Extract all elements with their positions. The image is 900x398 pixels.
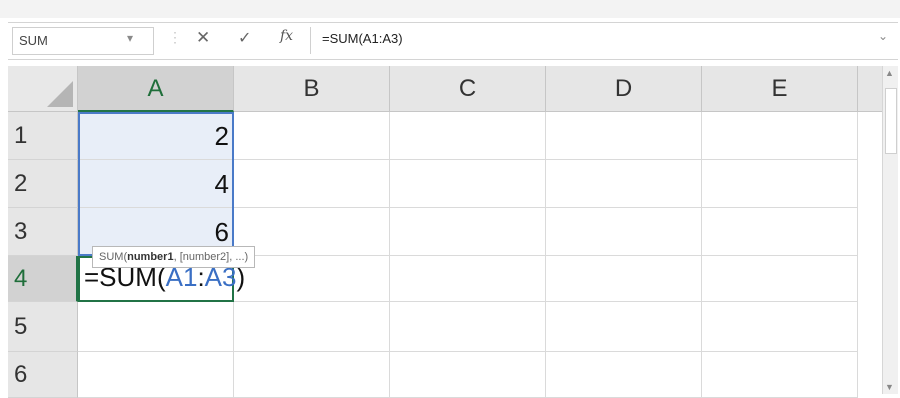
row-header-4[interactable]: 4 <box>8 256 78 302</box>
scroll-down-icon[interactable]: ▼ <box>885 382 894 392</box>
expand-icon[interactable]: ⌄ <box>878 29 888 43</box>
cell-a2[interactable]: 4 <box>78 160 234 208</box>
column-header-e[interactable]: E <box>702 66 858 112</box>
column-header-b[interactable]: B <box>234 66 390 112</box>
cell-e5[interactable] <box>702 302 858 352</box>
fx-icon[interactable]: fx <box>280 28 293 44</box>
cell-e3[interactable] <box>702 208 858 256</box>
cell-d6[interactable] <box>546 352 702 398</box>
name-box-value: SUM <box>19 33 48 48</box>
column-header-c[interactable]: C <box>390 66 546 112</box>
cell-d5[interactable] <box>546 302 702 352</box>
select-all-triangle-icon <box>47 81 73 107</box>
scrollbar-thumb[interactable] <box>885 88 897 154</box>
worksheet-grid: A B C D E 1 2 3 4 5 6 2 4 6 =SUM(A1:A3) <box>8 66 886 398</box>
row-header-2[interactable]: 2 <box>8 160 78 208</box>
cell-b2[interactable] <box>234 160 390 208</box>
name-box[interactable]: SUM ▾ <box>12 27 154 55</box>
cell-b3[interactable] <box>234 208 390 256</box>
scroll-up-icon[interactable]: ▲ <box>885 68 894 78</box>
separator-icon: ⋮ <box>168 29 182 45</box>
cell-b6[interactable] <box>234 352 390 398</box>
cancel-icon[interactable]: ✕ <box>196 28 210 48</box>
row-header-3[interactable]: 3 <box>8 208 78 256</box>
column-header-d[interactable]: D <box>546 66 702 112</box>
cell-a5[interactable] <box>78 302 234 352</box>
cell-c2[interactable] <box>390 160 546 208</box>
formula-input[interactable]: =SUM(A1:A3) <box>322 31 403 46</box>
tooltip-function[interactable]: SUM( <box>99 251 127 263</box>
cell-c1[interactable] <box>390 112 546 160</box>
tooltip-other-args: , [number2], ...) <box>173 251 249 263</box>
vertical-scrollbar[interactable]: ▲ ▼ <box>882 66 898 394</box>
cell-e2[interactable] <box>702 160 858 208</box>
cell-d3[interactable] <box>546 208 702 256</box>
ribbon-edge <box>0 0 900 18</box>
cell-c4[interactable] <box>390 256 546 302</box>
cell-b4[interactable] <box>234 256 390 302</box>
cell-a6[interactable] <box>78 352 234 398</box>
cell-c3[interactable] <box>390 208 546 256</box>
cell-c6[interactable] <box>390 352 546 398</box>
dropdown-arrow-icon[interactable]: ▾ <box>127 31 133 45</box>
cell-d4[interactable] <box>546 256 702 302</box>
cell-e6[interactable] <box>702 352 858 398</box>
formula-bar: SUM ▾ ⋮ ✕ ✓ fx =SUM(A1:A3) ⌄ <box>8 22 898 60</box>
cell-d2[interactable] <box>546 160 702 208</box>
cell-e4[interactable] <box>702 256 858 302</box>
cell-d1[interactable] <box>546 112 702 160</box>
row-header-6[interactable]: 6 <box>8 352 78 398</box>
enter-icon[interactable]: ✓ <box>238 28 251 48</box>
column-header-a[interactable]: A <box>78 66 234 112</box>
cell-b5[interactable] <box>234 302 390 352</box>
formula-divider <box>310 27 311 54</box>
select-all-button[interactable] <box>8 66 78 112</box>
cell-c5[interactable] <box>390 302 546 352</box>
tooltip-current-arg[interactable]: number1 <box>127 251 173 263</box>
function-argument-tooltip: SUM(number1, [number2], ...) <box>92 246 256 268</box>
row-header-5[interactable]: 5 <box>8 302 78 352</box>
cell-a1[interactable]: 2 <box>78 112 234 160</box>
row-header-1[interactable]: 1 <box>8 112 78 160</box>
cell-e1[interactable] <box>702 112 858 160</box>
cell-b1[interactable] <box>234 112 390 160</box>
